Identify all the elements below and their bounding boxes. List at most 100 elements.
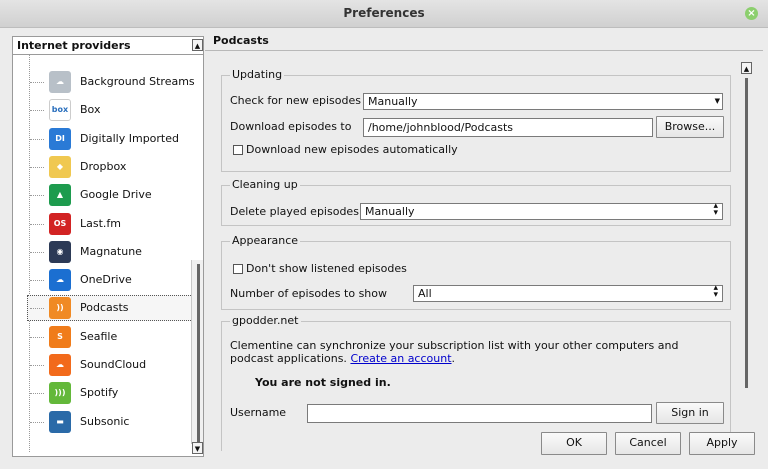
providers-header-label: Internet providers (17, 39, 131, 52)
updating-group-title: Updating (230, 68, 285, 81)
sidebar-item-label: Seafile (80, 329, 118, 343)
subsonic-icon: ▬ (49, 410, 71, 433)
number-episodes-select[interactable]: All ▴ ▾ (413, 283, 723, 302)
sidebar-item-label: Box (80, 103, 101, 117)
providers-scroll-thumb[interactable] (197, 264, 200, 442)
tree-branch (30, 280, 44, 282)
gpodder-description-end: . (451, 352, 456, 365)
sidebar-item-seafile[interactable]: S Seafile (27, 324, 193, 350)
sidebar-item-magnatune[interactable]: ◉ Magnatune (27, 239, 193, 265)
tree-branch (30, 195, 44, 197)
sidebar-item-box[interactable]: box Box (27, 97, 193, 123)
sidebar-item-last-fm[interactable]: OS Last.fm (27, 211, 193, 237)
delete-played-select[interactable]: Manually ▴ ▾ (360, 201, 723, 220)
tree-branch (30, 308, 44, 310)
browse-button[interactable]: Browse... (656, 116, 724, 138)
sidebar-item-subsonic[interactable]: ▬ Subsonic (27, 409, 193, 435)
providers-list[interactable]: Internet providers ▲ ☁ Background Streams… (12, 36, 204, 457)
sidebar-item-label: Subsonic (80, 414, 130, 428)
settings-scroll-thumb[interactable] (745, 78, 748, 388)
sidebar-item-label: Spotify (80, 386, 119, 400)
providers-header: Internet providers ▲ (13, 37, 203, 55)
cancel-button[interactable]: Cancel (615, 432, 681, 455)
number-episodes-label: Number of episodes to show (230, 287, 387, 300)
spin-arrows-icon: ▴ ▾ (713, 201, 718, 218)
scroll-down-icon[interactable]: ▼ (192, 442, 203, 454)
create-account-link[interactable]: Create an account (350, 352, 451, 365)
check-episodes-select[interactable]: Manually ▼ (363, 93, 723, 110)
lastfm-icon: OS (49, 212, 71, 235)
tree-branch (30, 166, 44, 168)
delete-played-label: Delete played episodes (230, 205, 359, 218)
sidebar-item-soundcloud[interactable]: ☁ SoundCloud (27, 352, 193, 378)
sidebar-item-label: Magnatune (80, 244, 142, 258)
tree-branch (30, 138, 44, 140)
dont-show-label: Don't show listened episodes (246, 262, 407, 275)
check-episodes-label: Check for new episodes (230, 94, 361, 107)
auto-download-checkbox[interactable] (233, 145, 243, 155)
number-episodes-value: All (418, 287, 432, 300)
sidebar-item-google-drive[interactable]: ▲ Google Drive (27, 182, 193, 208)
sidebar-item-onedrive[interactable]: ☁ OneDrive (27, 267, 193, 293)
tree-branch (30, 223, 44, 225)
tree-branch (30, 251, 44, 253)
box-icon: box (49, 99, 71, 122)
dont-show-checkbox[interactable] (233, 264, 243, 274)
sign-in-button[interactable]: Sign in (656, 402, 724, 424)
title-bar: Preferences × (0, 0, 768, 28)
cloud-icon: ☁ (49, 71, 71, 93)
magnatune-icon: ◉ (49, 240, 71, 263)
window-title: Preferences (343, 6, 425, 20)
sidebar-item-dropbox[interactable]: ◆ Dropbox (27, 154, 193, 180)
sidebar-item-label: SoundCloud (80, 358, 147, 371)
auto-download-label: Download new episodes automatically (246, 143, 458, 156)
google-drive-icon: ▲ (49, 184, 71, 207)
sidebar-item-spotify[interactable]: ))) Spotify (27, 380, 193, 406)
tree-branch (30, 421, 44, 423)
sidebar-item-label: Background Streams (80, 75, 195, 88)
tree-branch (30, 110, 44, 112)
username-label: Username (230, 406, 287, 419)
scroll-up-icon[interactable]: ▲ (192, 39, 203, 51)
download-path-field[interactable]: /home/johnblood/Podcasts (363, 118, 653, 137)
settings-scroll-area: Updating Check for new episodes Manually… (213, 56, 739, 451)
updating-group: Updating Check for new episodes Manually… (221, 68, 731, 172)
seafile-icon: S (49, 325, 71, 348)
tree-branch (30, 336, 44, 338)
sidebar-item-label: Google Drive (80, 188, 152, 202)
close-icon[interactable]: × (745, 7, 758, 20)
sidebar-item-label: Last.fm (80, 216, 121, 230)
providers-scrollbar[interactable] (191, 260, 203, 444)
download-path-value: /home/johnblood/Podcasts (368, 121, 514, 134)
sidebar-item-digitally-imported[interactable]: DI Digitally Imported (27, 126, 193, 152)
page-title: Podcasts (213, 34, 269, 47)
gpodder-description: Clementine can synchronize your subscrip… (230, 339, 720, 365)
settings-scrollbar[interactable]: ▲ ▼ (741, 62, 755, 448)
rss-icon: )) (49, 297, 71, 320)
cleaning-group: Cleaning up Delete played episodes Manua… (221, 178, 731, 226)
sidebar-item-podcasts[interactable]: )) Podcasts (27, 295, 193, 322)
tree-branch (30, 82, 44, 83)
settings-scroll-up-icon[interactable]: ▲ (741, 62, 752, 74)
sign-in-status: You are not signed in. (255, 376, 391, 389)
cleaning-group-title: Cleaning up (230, 178, 300, 191)
appearance-group-title: Appearance (230, 234, 301, 247)
download-label: Download episodes to (230, 120, 352, 133)
tree-branch (30, 393, 44, 395)
check-episodes-value: Manually (368, 95, 418, 108)
soundcloud-icon: ☁ (49, 354, 71, 376)
delete-played-value: Manually (365, 205, 415, 218)
dropbox-icon: ◆ (49, 155, 71, 178)
chevron-down-icon: ▼ (714, 97, 720, 105)
username-input[interactable] (307, 404, 652, 423)
spin-arrows-icon: ▴ ▾ (713, 283, 718, 300)
sidebar-item-background-streams[interactable]: ☁ Background Streams (27, 69, 195, 95)
apply-button[interactable]: Apply (689, 432, 755, 455)
appearance-group: Appearance Don't show listened episodes … (221, 234, 731, 310)
onedrive-icon: ☁ (49, 269, 71, 292)
dialog-body: Internet providers ▲ ☁ Background Streams… (0, 28, 768, 469)
ok-button[interactable]: OK (541, 432, 607, 455)
sidebar-item-label: Digitally Imported (80, 131, 179, 145)
tree-branch (30, 365, 44, 366)
sidebar-item-label: Dropbox (80, 159, 127, 173)
